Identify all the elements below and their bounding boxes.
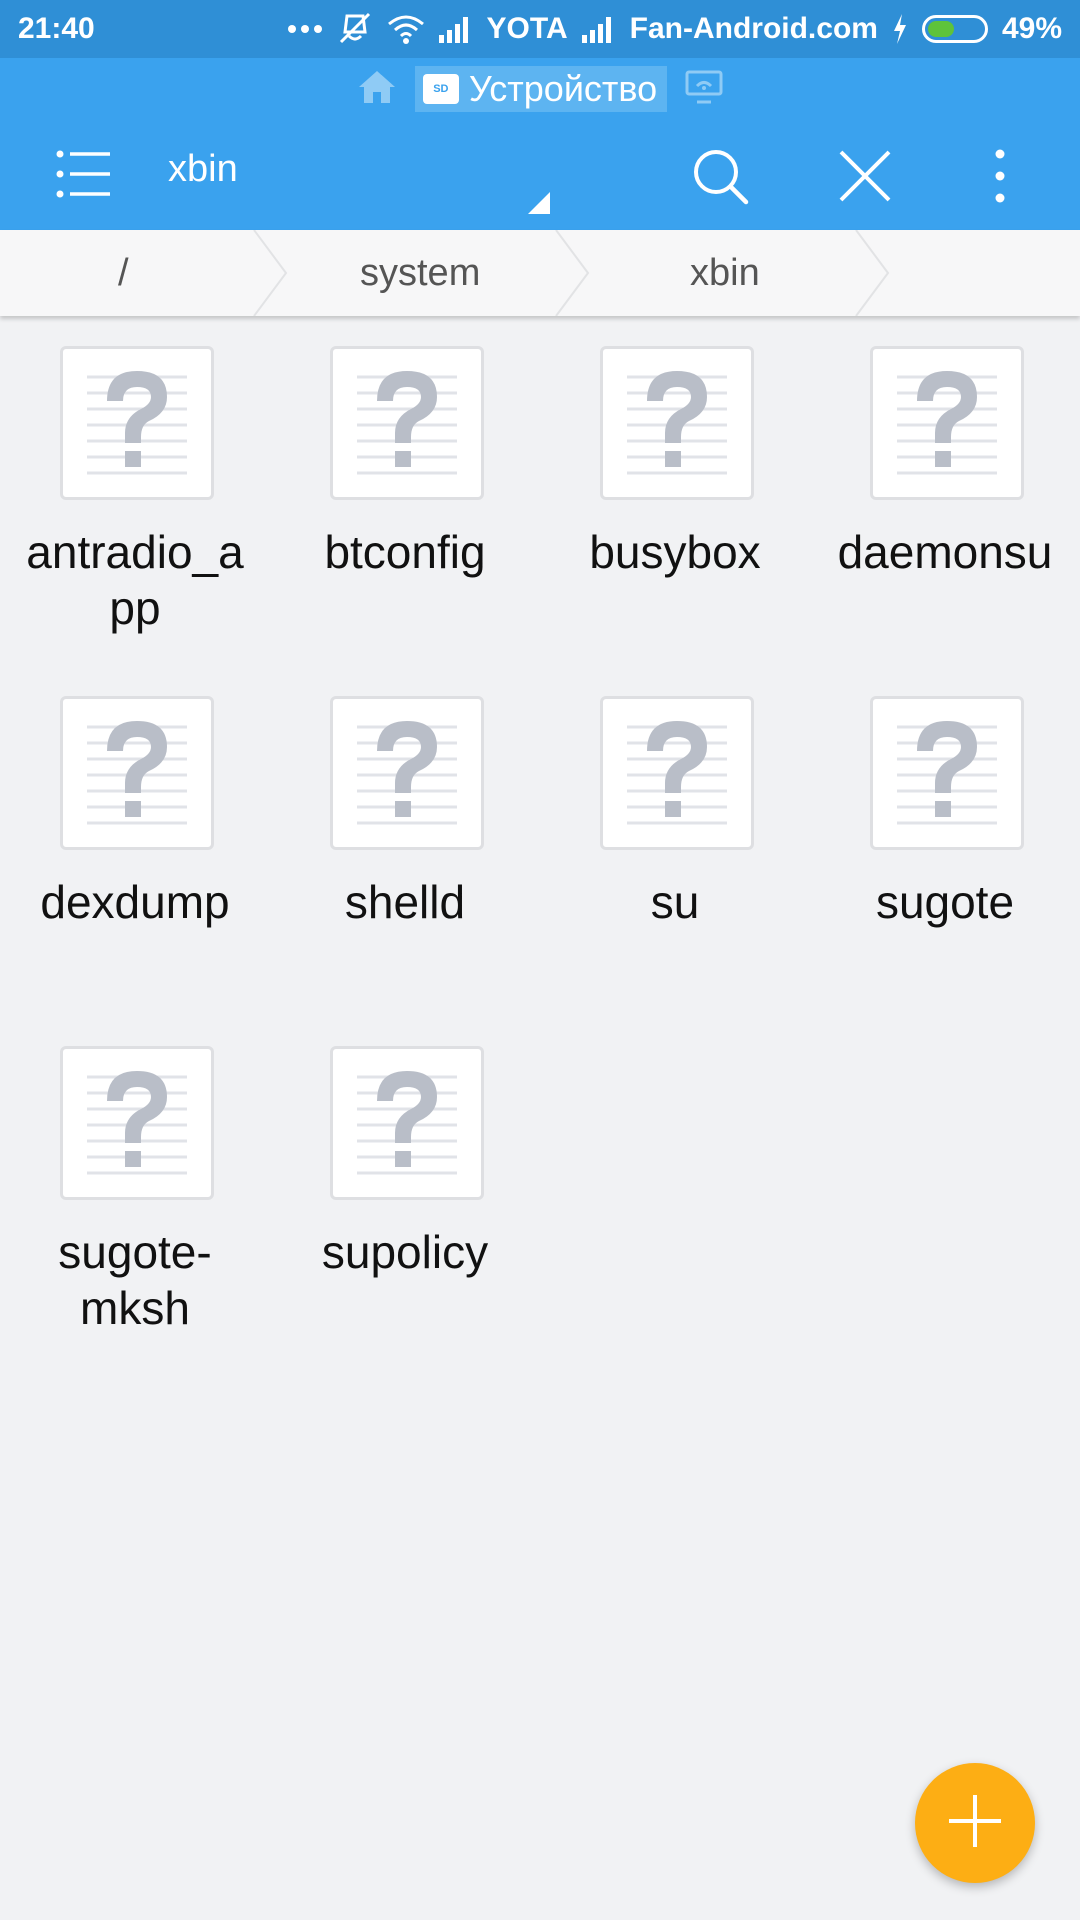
file-name: sugote- mksh [58,1226,212,1334]
sd-card-icon: SD [422,74,459,104]
signal-icon [581,15,616,43]
unknown-file-icon [330,696,484,850]
file-name: btconfig [324,526,486,578]
file-name: daemonsu [837,526,1053,578]
status-time: 21:40 [18,12,95,45]
file-name: busybox [589,526,761,578]
dropdown-triangle-icon[interactable] [528,192,550,214]
add-button[interactable] [915,1763,1035,1883]
sd-badge-text: SD [433,83,449,95]
file-name: dexdump [40,876,230,928]
charging-icon [892,14,908,44]
unknown-file-icon [870,346,1024,500]
chevron-right-icon [250,229,290,317]
breadcrumb: / system xbin [0,229,1080,317]
chevron-right-icon [552,229,592,317]
battery-percent: 49% [1001,12,1062,45]
search-icon[interactable] [690,146,750,206]
toolbar: xbin [0,120,1080,230]
breadcrumb-root[interactable]: / [118,230,129,316]
unknown-file-icon [330,346,484,500]
battery-icon [921,15,988,43]
site-label: Fan-Android.com [629,12,878,45]
device-label: Устройство [468,68,658,109]
status-bar: 21:40 YOTA Fan-Android.com 49% [0,0,1080,58]
app-bar: SD Устройство xbin [0,58,1080,230]
unknown-file-icon [330,1046,484,1200]
file-name: shelld [344,876,466,928]
breadcrumb-xbin[interactable]: xbin [690,230,760,316]
file-name: antradio_a pp [26,526,244,634]
more-dots-icon [287,23,323,35]
close-icon[interactable] [835,146,895,206]
signal-icon [438,15,473,43]
status-right: YOTA Fan-Android.com 49% [287,12,1062,46]
wifi-icon [387,14,425,44]
menu-icon[interactable] [56,148,112,200]
chevron-right-icon [852,229,892,317]
battery-level [927,21,955,37]
file-name: sugote [875,876,1015,928]
vibrate-off-icon [337,12,373,46]
more-vert-icon[interactable] [985,146,1015,206]
folder-title[interactable]: xbin [168,148,238,191]
unknown-file-icon [60,696,214,850]
remote-screen-icon[interactable] [685,70,723,109]
unknown-file-icon [600,696,754,850]
unknown-file-icon [60,346,214,500]
file-name: supolicy [321,1226,489,1278]
location-bar: SD Устройство [0,58,1080,120]
file-name: su [650,876,700,928]
unknown-file-icon [60,1046,214,1200]
unknown-file-icon [600,346,754,500]
device-location-chip[interactable]: SD Устройство [414,66,668,112]
home-icon[interactable] [357,69,397,110]
breadcrumb-system[interactable]: system [360,230,480,316]
carrier-label: YOTA [486,12,568,45]
unknown-file-icon [870,696,1024,850]
add-icon [945,1791,1005,1856]
